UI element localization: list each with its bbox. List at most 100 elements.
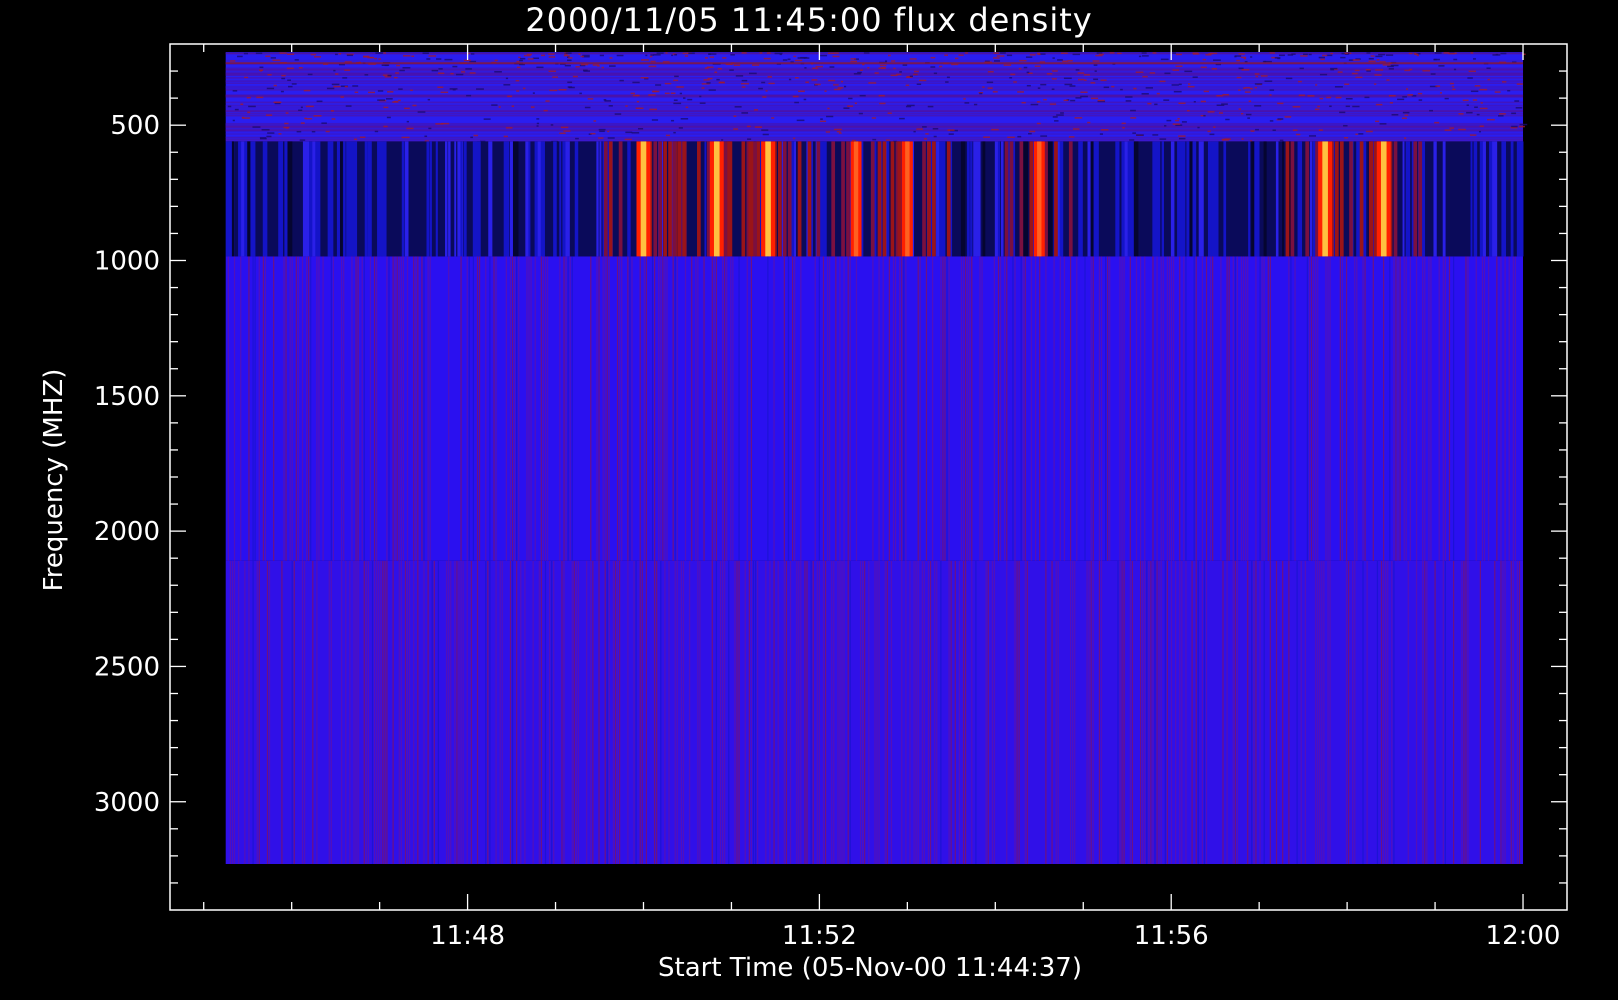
heatmap-column [1119,256,1121,561]
heatmap-speck [545,100,550,102]
heatmap-speck [1060,52,1068,54]
heatmap-column [750,560,753,864]
heatmap-speck [1295,133,1301,136]
heatmap-speck [516,90,520,92]
heatmap-column [969,256,971,561]
heatmap-speck [1006,54,1013,57]
heatmap-column [787,141,792,257]
heatmap-column [1413,141,1418,257]
heatmap-speck [704,57,708,59]
heatmap-speck [688,52,695,55]
heatmap-column [1144,560,1146,864]
heatmap-speck [1034,65,1041,67]
heatmap-column [917,560,919,864]
heatmap-speck [991,128,999,131]
heatmap-speck [1307,95,1315,97]
heatmap-speck [1080,91,1088,93]
heatmap-column [540,141,545,257]
heatmap-speck [1408,52,1413,55]
heatmap-speck [1278,54,1285,57]
heatmap-column [621,256,623,561]
heatmap-column [528,256,530,561]
heatmap-column [1393,560,1395,864]
heatmap-column [1054,141,1058,257]
heatmap-speck [505,127,513,129]
heatmap-speck [386,116,391,119]
chart-title: 2000/11/05 11:45:00 flux density [525,1,1092,39]
heatmap-column [967,141,970,257]
heatmap-column [1317,256,1319,561]
heatmap-speck [1487,78,1491,81]
heatmap-speck [1375,120,1380,123]
heatmap-speck [344,69,351,71]
heatmap-speck [1238,89,1241,91]
heatmap-column [1352,560,1354,864]
heatmap-speck [1470,90,1479,93]
heatmap-column [316,256,318,561]
heatmap-column [355,560,357,864]
heatmap-speck [1458,128,1466,131]
heatmap-speck [803,98,807,101]
heatmap-speck [913,70,919,73]
heatmap-column [721,256,724,561]
heatmap-speck [1318,129,1323,131]
heatmap-column [884,560,886,864]
heatmap-speck [709,56,715,58]
heatmap-speck [473,134,479,137]
heatmap-column [264,256,267,561]
heatmap-column [423,560,425,864]
heatmap-speck [820,54,828,57]
heatmap-column [371,560,374,864]
heatmap-column [252,256,254,561]
heatmap-column [831,141,836,257]
heatmap-speck [1037,53,1041,56]
heatmap-speck [1351,72,1358,75]
heatmap-column [915,560,917,864]
heatmap-speck [933,72,938,75]
heatmap-speck [1192,53,1200,55]
heatmap-column [450,560,452,864]
heatmap-speck [1308,53,1312,56]
heatmap-column [800,560,802,864]
heatmap-column [697,560,699,864]
heatmap-column [1368,141,1373,257]
heatmap-speck [714,71,718,73]
heatmap-column [248,560,250,864]
heatmap-column [238,560,240,864]
heatmap-speck [838,132,842,134]
heatmap-speck [1084,79,1087,81]
heatmap-speck [1443,52,1450,54]
heatmap-speck [1238,108,1241,110]
heatmap-column [301,560,304,864]
heatmap-speck [1339,111,1346,114]
heatmap-speck [578,53,581,55]
heatmap-row [225,94,1524,97]
heatmap-speck [699,102,706,104]
heatmap-column [919,256,921,561]
heatmap-column [565,256,567,561]
heatmap-row [225,129,1524,131]
heatmap-speck [267,74,272,76]
heatmap-column [1088,560,1090,864]
heatmap-speck [847,105,854,107]
heatmap-column [1207,141,1212,257]
heatmap-speck [234,108,239,111]
heatmap-column [987,560,989,864]
heatmap-column [1415,560,1418,864]
heatmap-speck [992,91,998,93]
heatmap-speck [1452,88,1456,91]
heatmap-speck [428,127,432,130]
heatmap-speck [248,105,256,108]
heatmap-column [1234,256,1236,561]
heatmap-column [475,141,481,257]
heatmap-speck [874,72,879,74]
heatmap-speck [294,59,299,61]
heatmap-column [699,560,701,864]
heatmap-column [936,560,938,864]
heatmap-column [488,141,493,257]
heatmap-column [997,141,1001,257]
heatmap-speck [637,128,644,130]
heatmap-speck [232,119,235,122]
heatmap-speck [1319,73,1328,76]
heatmap-speck [1100,129,1109,131]
